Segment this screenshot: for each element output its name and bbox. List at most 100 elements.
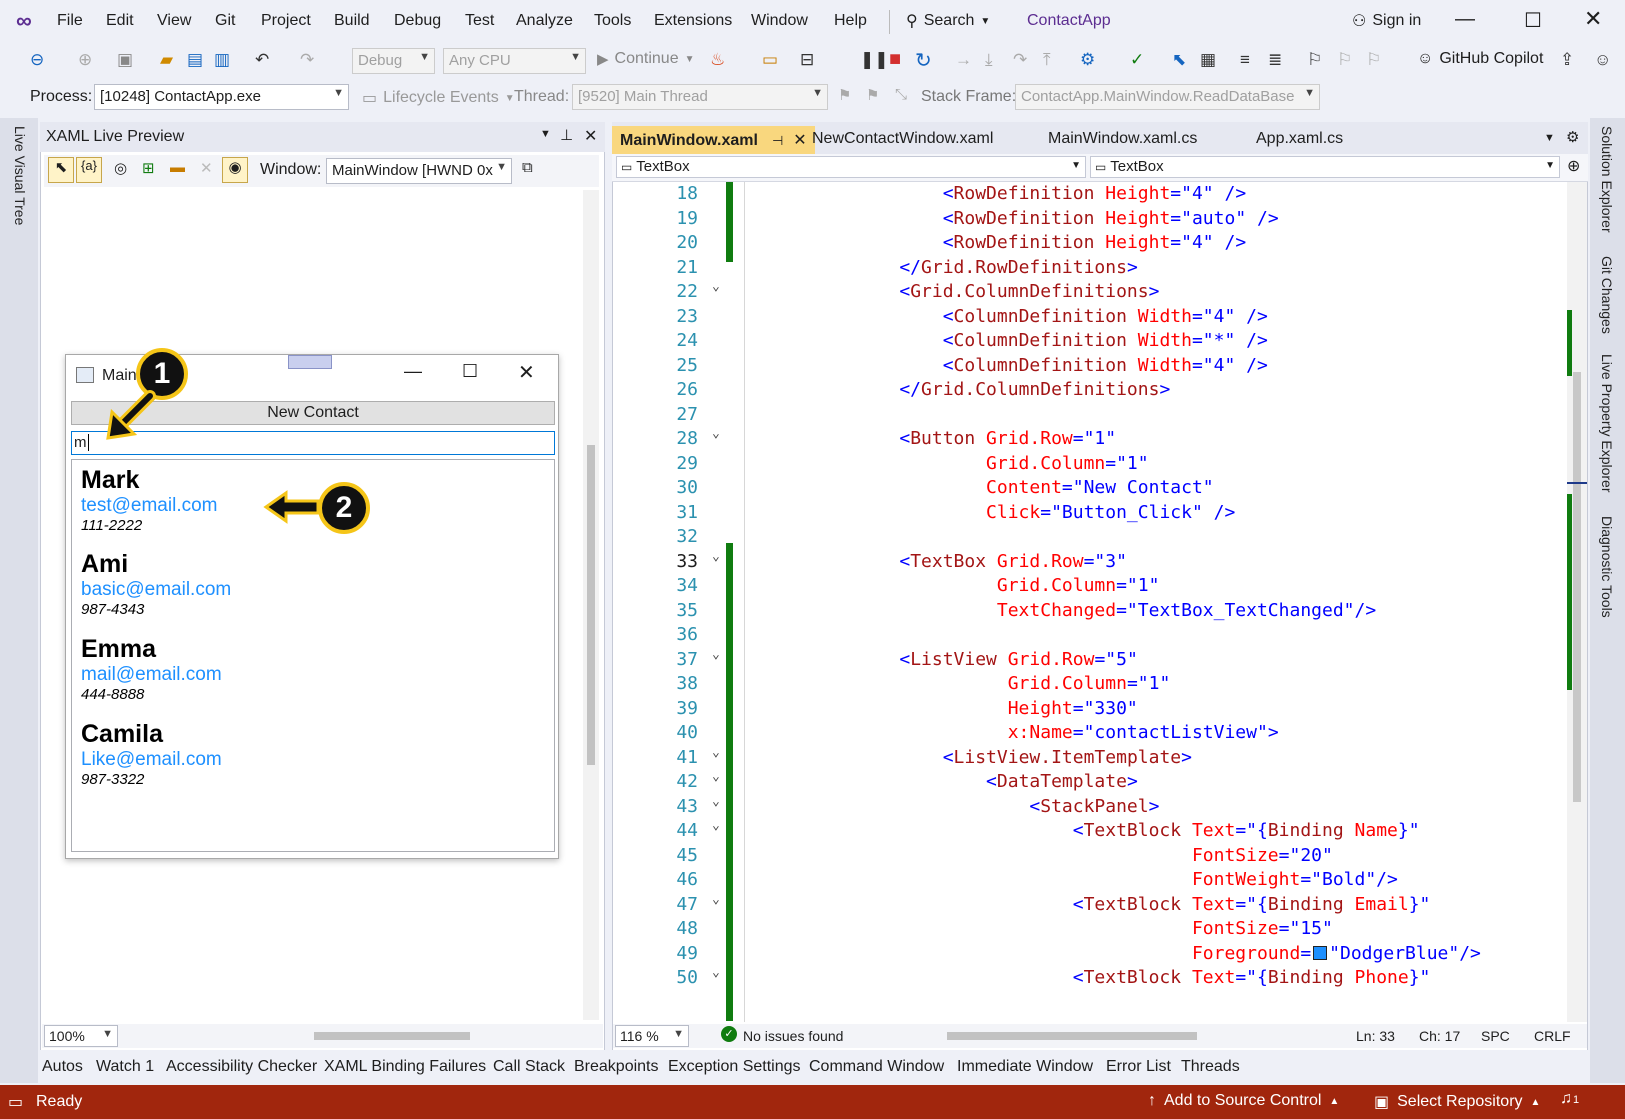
menu-analyze[interactable]: Analyze (516, 12, 573, 30)
line-number-status[interactable]: Ln: 33 (1356, 1028, 1395, 1044)
menu-help[interactable]: Help (834, 12, 867, 30)
code-line[interactable]: 25 <ColumnDefinition Width="4" /> (612, 355, 1567, 380)
close-button[interactable]: ✕ (518, 360, 535, 385)
code-line[interactable]: 22 ⌄ <Grid.ColumnDefinitions> (612, 279, 1567, 306)
menu-file[interactable]: File (57, 12, 83, 30)
pause-icon[interactable]: ❚❚ (860, 50, 889, 70)
gear-icon[interactable]: ⚙ (1566, 128, 1579, 146)
close-icon[interactable]: ✕ (584, 126, 597, 146)
collapse-icon[interactable]: ⌄ (712, 892, 720, 907)
uncomment-icon[interactable]: ≣ (1268, 50, 1282, 70)
code-line[interactable]: 36 (612, 624, 1567, 649)
tab-breakpoints[interactable]: Breakpoints (574, 1058, 659, 1076)
add-to-source-control-button[interactable]: ↑ Add to Source Control ▲ (1148, 1092, 1339, 1110)
redo-icon[interactable]: ↷ (300, 50, 314, 70)
code-line[interactable]: 30 Content="New Contact" (612, 477, 1567, 502)
flag-icon[interactable]: ⚑ (838, 86, 851, 104)
share-icon[interactable]: ⇪ (1560, 50, 1574, 70)
back-icon[interactable]: ⊖ (30, 50, 44, 70)
diagnostics-icon[interactable]: ⚙ (1080, 50, 1095, 70)
popout-icon[interactable]: ⧉ (522, 159, 533, 176)
code-line[interactable]: 43 ⌄ <StackPanel> (612, 794, 1567, 821)
thread-select[interactable]: [9520] Main Thread ▼ (572, 84, 828, 110)
data-binding-icon[interactable]: {a} (76, 157, 102, 183)
collapse-icon[interactable]: ⌄ (712, 549, 720, 564)
split-icon[interactable]: ⊕ (1567, 156, 1580, 176)
code-line[interactable]: 40 x:Name="contactListView"> (612, 722, 1567, 747)
list-item[interactable]: Ami basic@email.com 987-4343 (81, 550, 231, 618)
line-ending-status[interactable]: CRLF (1534, 1028, 1571, 1044)
open-file-icon[interactable]: ▰ (160, 50, 173, 70)
comment-icon[interactable]: ≡ (1240, 50, 1250, 70)
code-line[interactable]: 49 Foreground= "DodgerBlue"/> (612, 943, 1567, 968)
tab-autos[interactable]: Autos (42, 1058, 83, 1076)
code-line[interactable]: 48 FontSize="15" (612, 918, 1567, 943)
scrollbar-thumb[interactable] (314, 1032, 470, 1040)
prev-bookmark-icon[interactable]: ⚐ (1337, 50, 1352, 70)
close-button[interactable]: ✕ (1584, 6, 1602, 32)
menu-view[interactable]: View (157, 12, 191, 30)
collapse-icon[interactable]: ⌄ (712, 794, 720, 809)
member-selector[interactable]: ▭ TextBox ▼ (1090, 156, 1560, 178)
collapse-icon[interactable]: ⌄ (712, 426, 720, 441)
sign-in-button[interactable]: ⚇ Sign in (1352, 11, 1421, 31)
menu-project[interactable]: Project (261, 12, 311, 30)
diagnostic-tools-tab[interactable]: Diagnostic Tools (1599, 516, 1615, 618)
window-select[interactable]: MainWindow [HWND 0x ▼ (326, 158, 512, 184)
adorner-icon[interactable]: ⊞ (142, 159, 155, 177)
code-line[interactable]: 20 <RowDefinition Height="4" /> (612, 232, 1567, 257)
horizontal-scrollbar[interactable] (132, 1031, 612, 1041)
flag-threads-icon[interactable]: ⚑ (866, 86, 879, 104)
code-line[interactable]: 50 ⌄ <TextBlock Text="{Binding Phone}" (612, 965, 1567, 992)
tab-threads[interactable]: Threads (1181, 1058, 1240, 1076)
whitespace-status[interactable]: SPC (1481, 1028, 1510, 1044)
maximize-button[interactable]: ☐ (1524, 8, 1542, 33)
list-item[interactable]: Camila Like@email.com 987-3322 (81, 720, 222, 788)
preview-zoom-select[interactable]: 100% ▼ (44, 1025, 118, 1047)
code-line[interactable]: 34 Grid.Column="1" (612, 575, 1567, 600)
spell-check-icon[interactable]: ✓ (1130, 50, 1144, 70)
continue-button[interactable]: ▶ Continue ▼ (597, 50, 695, 68)
display-layout-icon[interactable]: ▦ (1200, 50, 1216, 70)
git-changes-tab[interactable]: Git Changes (1599, 256, 1615, 334)
track-focus-icon[interactable]: ◎ (114, 159, 127, 177)
menu-test[interactable]: Test (465, 12, 494, 30)
tab-newcontactwindow-xaml[interactable]: NewContactWindow.xaml (804, 126, 1038, 154)
github-copilot-button[interactable]: ☺ GitHub Copilot (1417, 50, 1543, 68)
preview-scrollbar[interactable] (583, 190, 599, 1020)
menu-extensions[interactable]: Extensions (654, 12, 732, 30)
code-line[interactable]: 23 <ColumnDefinition Width="4" /> (612, 306, 1567, 331)
maximize-button[interactable]: ☐ (462, 361, 478, 382)
drag-handle-icon[interactable] (288, 355, 332, 369)
code-line[interactable]: 41 ⌄ <ListView.ItemTemplate> (612, 745, 1567, 772)
code-line[interactable]: 33 ⌄ <TextBox Grid.Row="3" (612, 549, 1567, 576)
pin-icon[interactable]: ⊥ (560, 126, 573, 144)
element-selector[interactable]: ▭ TextBox ▼ (616, 156, 1086, 178)
solution-explorer-tab[interactable]: Solution Explorer (1599, 126, 1615, 233)
code-line[interactable]: 26 </Grid.ColumnDefinitions> (612, 379, 1567, 404)
menu-tools[interactable]: Tools (594, 12, 631, 30)
show-next-statement-icon[interactable]: → (955, 50, 972, 70)
code-line[interactable]: 28 ⌄ <Button Grid.Row="1" (612, 426, 1567, 453)
stack-frame-select[interactable]: ContactApp.MainWindow.ReadDataBase ▼ (1015, 84, 1320, 110)
live-property-explorer-tab[interactable]: Live Property Explorer (1599, 354, 1615, 493)
folder-icon[interactable]: ▭ (762, 50, 778, 70)
scrollbar-thumb[interactable] (587, 445, 595, 765)
tab-error-list[interactable]: Error List (1106, 1058, 1171, 1076)
code-line[interactable]: 45 FontSize="20" (612, 845, 1567, 870)
code-line[interactable]: 29 Grid.Column="1" (612, 453, 1567, 478)
notifications-button[interactable]: ♫1 (1560, 1090, 1579, 1108)
code-line[interactable]: 39 Height="330" (612, 698, 1567, 723)
code-line[interactable]: 35 TextChanged="TextBox_TextChanged"/> (612, 600, 1567, 625)
chevron-down-icon[interactable]: ▼ (540, 128, 551, 140)
code-line[interactable]: 46 FontWeight="Bold"/> (612, 869, 1567, 894)
platform-select[interactable]: Any CPU ▼ (443, 48, 586, 74)
live-visual-tree-tab[interactable]: Live Visual Tree (12, 126, 28, 225)
tab-command-window[interactable]: Command Window (809, 1058, 944, 1076)
search-button[interactable]: ⚲ Search ▼ (906, 11, 990, 31)
menu-git[interactable]: Git (215, 12, 235, 30)
stop-icon[interactable]: ■ (889, 48, 901, 71)
collapse-icon[interactable]: ⌄ (712, 769, 720, 784)
feedback-icon[interactable]: ☺ (1594, 50, 1611, 70)
rulers-icon[interactable]: ▬ (170, 159, 185, 176)
